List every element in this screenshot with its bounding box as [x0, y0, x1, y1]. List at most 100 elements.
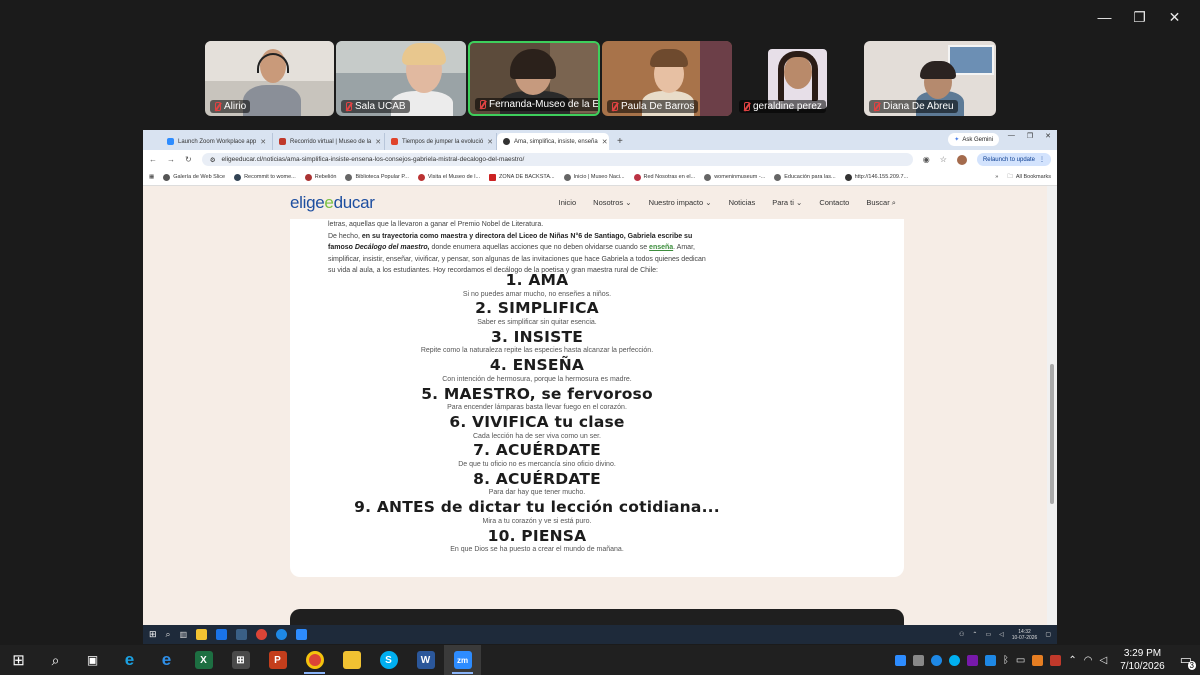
tab-tiempos[interactable]: Tiempos de jumper la evolució ✕ — [385, 133, 497, 150]
taskbar-file-explorer[interactable] — [333, 645, 370, 675]
volume-icon[interactable]: ◁ — [1100, 655, 1108, 666]
bookmark-item[interactable]: Galería de Web Slice — [163, 173, 225, 181]
app-tray-icon[interactable] — [912, 654, 924, 666]
video-tile-alirio[interactable]: Alirio — [205, 41, 334, 116]
onenote-icon[interactable] — [966, 654, 978, 666]
onedrive-icon[interactable] — [930, 654, 942, 666]
zoom-icon[interactable] — [296, 629, 308, 640]
app-tray-icon[interactable] — [1050, 654, 1062, 666]
bookmark-item[interactable]: Inicio | Museo Naci... — [563, 173, 625, 181]
taskbar-word[interactable]: W — [407, 645, 444, 675]
file-explorer-icon[interactable] — [196, 629, 208, 640]
taskbar-skype[interactable]: S — [370, 645, 407, 675]
chevron-up-icon[interactable]: ⌃ — [1068, 655, 1076, 666]
bluetooth-icon[interactable]: ᛒ — [1003, 655, 1009, 666]
close-tab-icon[interactable]: ✕ — [260, 138, 266, 146]
taskbar-store[interactable]: ⊞ — [222, 645, 259, 675]
ensena-link[interactable]: enseña — [649, 244, 673, 251]
app-tray-icon[interactable] — [984, 654, 996, 666]
bookmark-item[interactable]: Red Nosotras en el... — [633, 173, 695, 181]
url-field[interactable]: ⚙ eligeeducar.cl/noticias/ama-simplifica-… — [201, 153, 913, 166]
wifi-icon[interactable]: ◠ — [1084, 655, 1093, 666]
restore-button[interactable]: ❐ — [1122, 6, 1157, 28]
nav-noticias[interactable]: Noticias — [729, 198, 756, 208]
relaunch-button[interactable]: Relaunch to update ⋮ — [976, 153, 1051, 166]
video-tile-fernanda[interactable]: Fernanda-Museo de la Edu... — [468, 41, 600, 116]
browser-minimize-button[interactable]: — — [1008, 132, 1015, 140]
minimize-button[interactable]: — — [1087, 6, 1122, 28]
bookmark-item[interactable]: Visita el Museo de l... — [417, 173, 480, 181]
tab-ama[interactable]: Ama, simplifica, insiste, enseña ✕ — [497, 133, 609, 150]
taskbar-powerpoint[interactable]: P — [259, 645, 296, 675]
taskbar-chrome[interactable] — [296, 645, 333, 675]
apps-grid-icon[interactable]: ▦ — [149, 174, 154, 180]
eye-off-icon[interactable]: ◉ — [923, 155, 930, 164]
task-view-icon: ▣ — [86, 653, 99, 667]
eligeeducar-logo[interactable]: eligeeducar — [290, 193, 375, 213]
app-tray-icon[interactable] — [1032, 654, 1044, 666]
app-icon[interactable] — [236, 629, 248, 640]
nav-inicio[interactable]: Inicio — [559, 198, 577, 208]
forward-arrow-icon[interactable]: → — [167, 155, 175, 164]
taskbar-ie[interactable]: e — [111, 645, 148, 675]
ask-gemini-button[interactable]: ✦ Ask Gemini — [948, 133, 999, 146]
nav-contacto[interactable]: Contacto — [819, 198, 849, 208]
bookmark-item[interactable]: ZONA DE BACKSTA... — [489, 173, 555, 181]
site-info-icon[interactable]: ⚙ — [210, 156, 216, 164]
new-tab-button[interactable]: + — [617, 133, 623, 150]
start-button[interactable]: ⊞ — [0, 645, 37, 675]
more-bookmarks-icon[interactable]: » — [995, 174, 998, 180]
scrollbar-thumb[interactable] — [1050, 364, 1054, 504]
close-tab-icon[interactable]: ✕ — [602, 138, 608, 146]
video-tile-diana[interactable]: Diana De Abreu — [864, 41, 996, 116]
notification-icon[interactable]: ▢ — [1045, 631, 1051, 638]
video-tile-sala-ucab[interactable]: Sala UCAB — [336, 41, 466, 116]
profile-avatar[interactable] — [956, 154, 967, 165]
close-button[interactable]: ✕ — [1157, 6, 1192, 28]
close-tab-icon[interactable]: ✕ — [375, 138, 381, 146]
page-scrollbar[interactable] — [1047, 186, 1057, 625]
nav-nosotros[interactable]: Nosotros ⌄ — [593, 198, 631, 208]
bookmark-item[interactable]: Recommit to wome... — [234, 173, 296, 181]
taskbar-clock[interactable]: 3:29 PM 7/10/2026 — [1120, 647, 1165, 673]
back-arrow-icon[interactable]: ← — [149, 155, 157, 164]
chevron-up-icon[interactable]: ⌃ — [972, 631, 977, 638]
bookmark-item[interactable]: Rebelión — [304, 173, 336, 181]
zoom-tray-icon[interactable] — [894, 654, 906, 666]
reload-icon[interactable]: ↻ — [185, 155, 192, 164]
taskbar-excel[interactable]: X — [185, 645, 222, 675]
network-icon[interactable]: ▭ — [985, 631, 991, 638]
all-bookmarks-button[interactable]: 🗀 All Bookmarks — [1007, 173, 1051, 182]
chrome-icon[interactable] — [256, 629, 268, 640]
bookmark-item[interactable]: womeninmuseum -... — [704, 173, 765, 181]
notification-center-button[interactable]: ▭ 3 — [1180, 652, 1196, 670]
tab-museo[interactable]: Recorrido virtual | Museo de la ✕ — [273, 133, 385, 150]
search-button[interactable]: ⌕ — [37, 645, 74, 675]
video-tile-geraldine[interactable]: geraldine perez — [734, 41, 862, 116]
nav-nuestro-impacto[interactable]: Nuestro impacto ⌄ — [649, 198, 712, 208]
task-view-button[interactable]: ▣ — [74, 645, 111, 675]
browser-restore-button[interactable]: ❐ — [1027, 132, 1033, 140]
video-tile-paula[interactable]: Paula De Barros — [602, 41, 732, 116]
browser-close-button[interactable]: ✕ — [1045, 132, 1051, 140]
bookmark-item[interactable]: http://146.155.209.7... — [844, 173, 908, 181]
skype-tray-icon[interactable] — [948, 654, 960, 666]
taskbar-edge[interactable]: e — [148, 645, 185, 675]
remote-clock[interactable]: 14:32 10-07-2026 — [1012, 629, 1038, 641]
search-icon[interactable]: ⌕ — [166, 629, 171, 640]
close-tab-icon[interactable]: ✕ — [487, 138, 493, 146]
outlook-icon[interactable] — [216, 629, 228, 640]
taskbar-zoom[interactable]: zm — [444, 645, 481, 675]
people-icon[interactable]: ⚇ — [959, 631, 964, 638]
nav-para-ti[interactable]: Para ti ⌄ — [772, 198, 802, 208]
task-view-icon[interactable]: ▥ — [180, 630, 188, 639]
windows-start-icon[interactable]: ⊞ — [149, 629, 157, 640]
tab-zoom[interactable]: Launch Zoom Workplace app ✕ — [161, 133, 273, 150]
edge-icon[interactable] — [276, 629, 288, 640]
nav-buscar[interactable]: Buscar ⌕ — [866, 198, 896, 208]
bookmark-item[interactable]: Educación para las... — [774, 173, 836, 181]
battery-icon[interactable]: ▭ — [1016, 655, 1025, 666]
bookmark-item[interactable]: Biblioteca Popular P... — [345, 173, 409, 181]
star-icon[interactable]: ☆ — [940, 155, 947, 164]
volume-icon[interactable]: ◁ — [999, 631, 1004, 638]
